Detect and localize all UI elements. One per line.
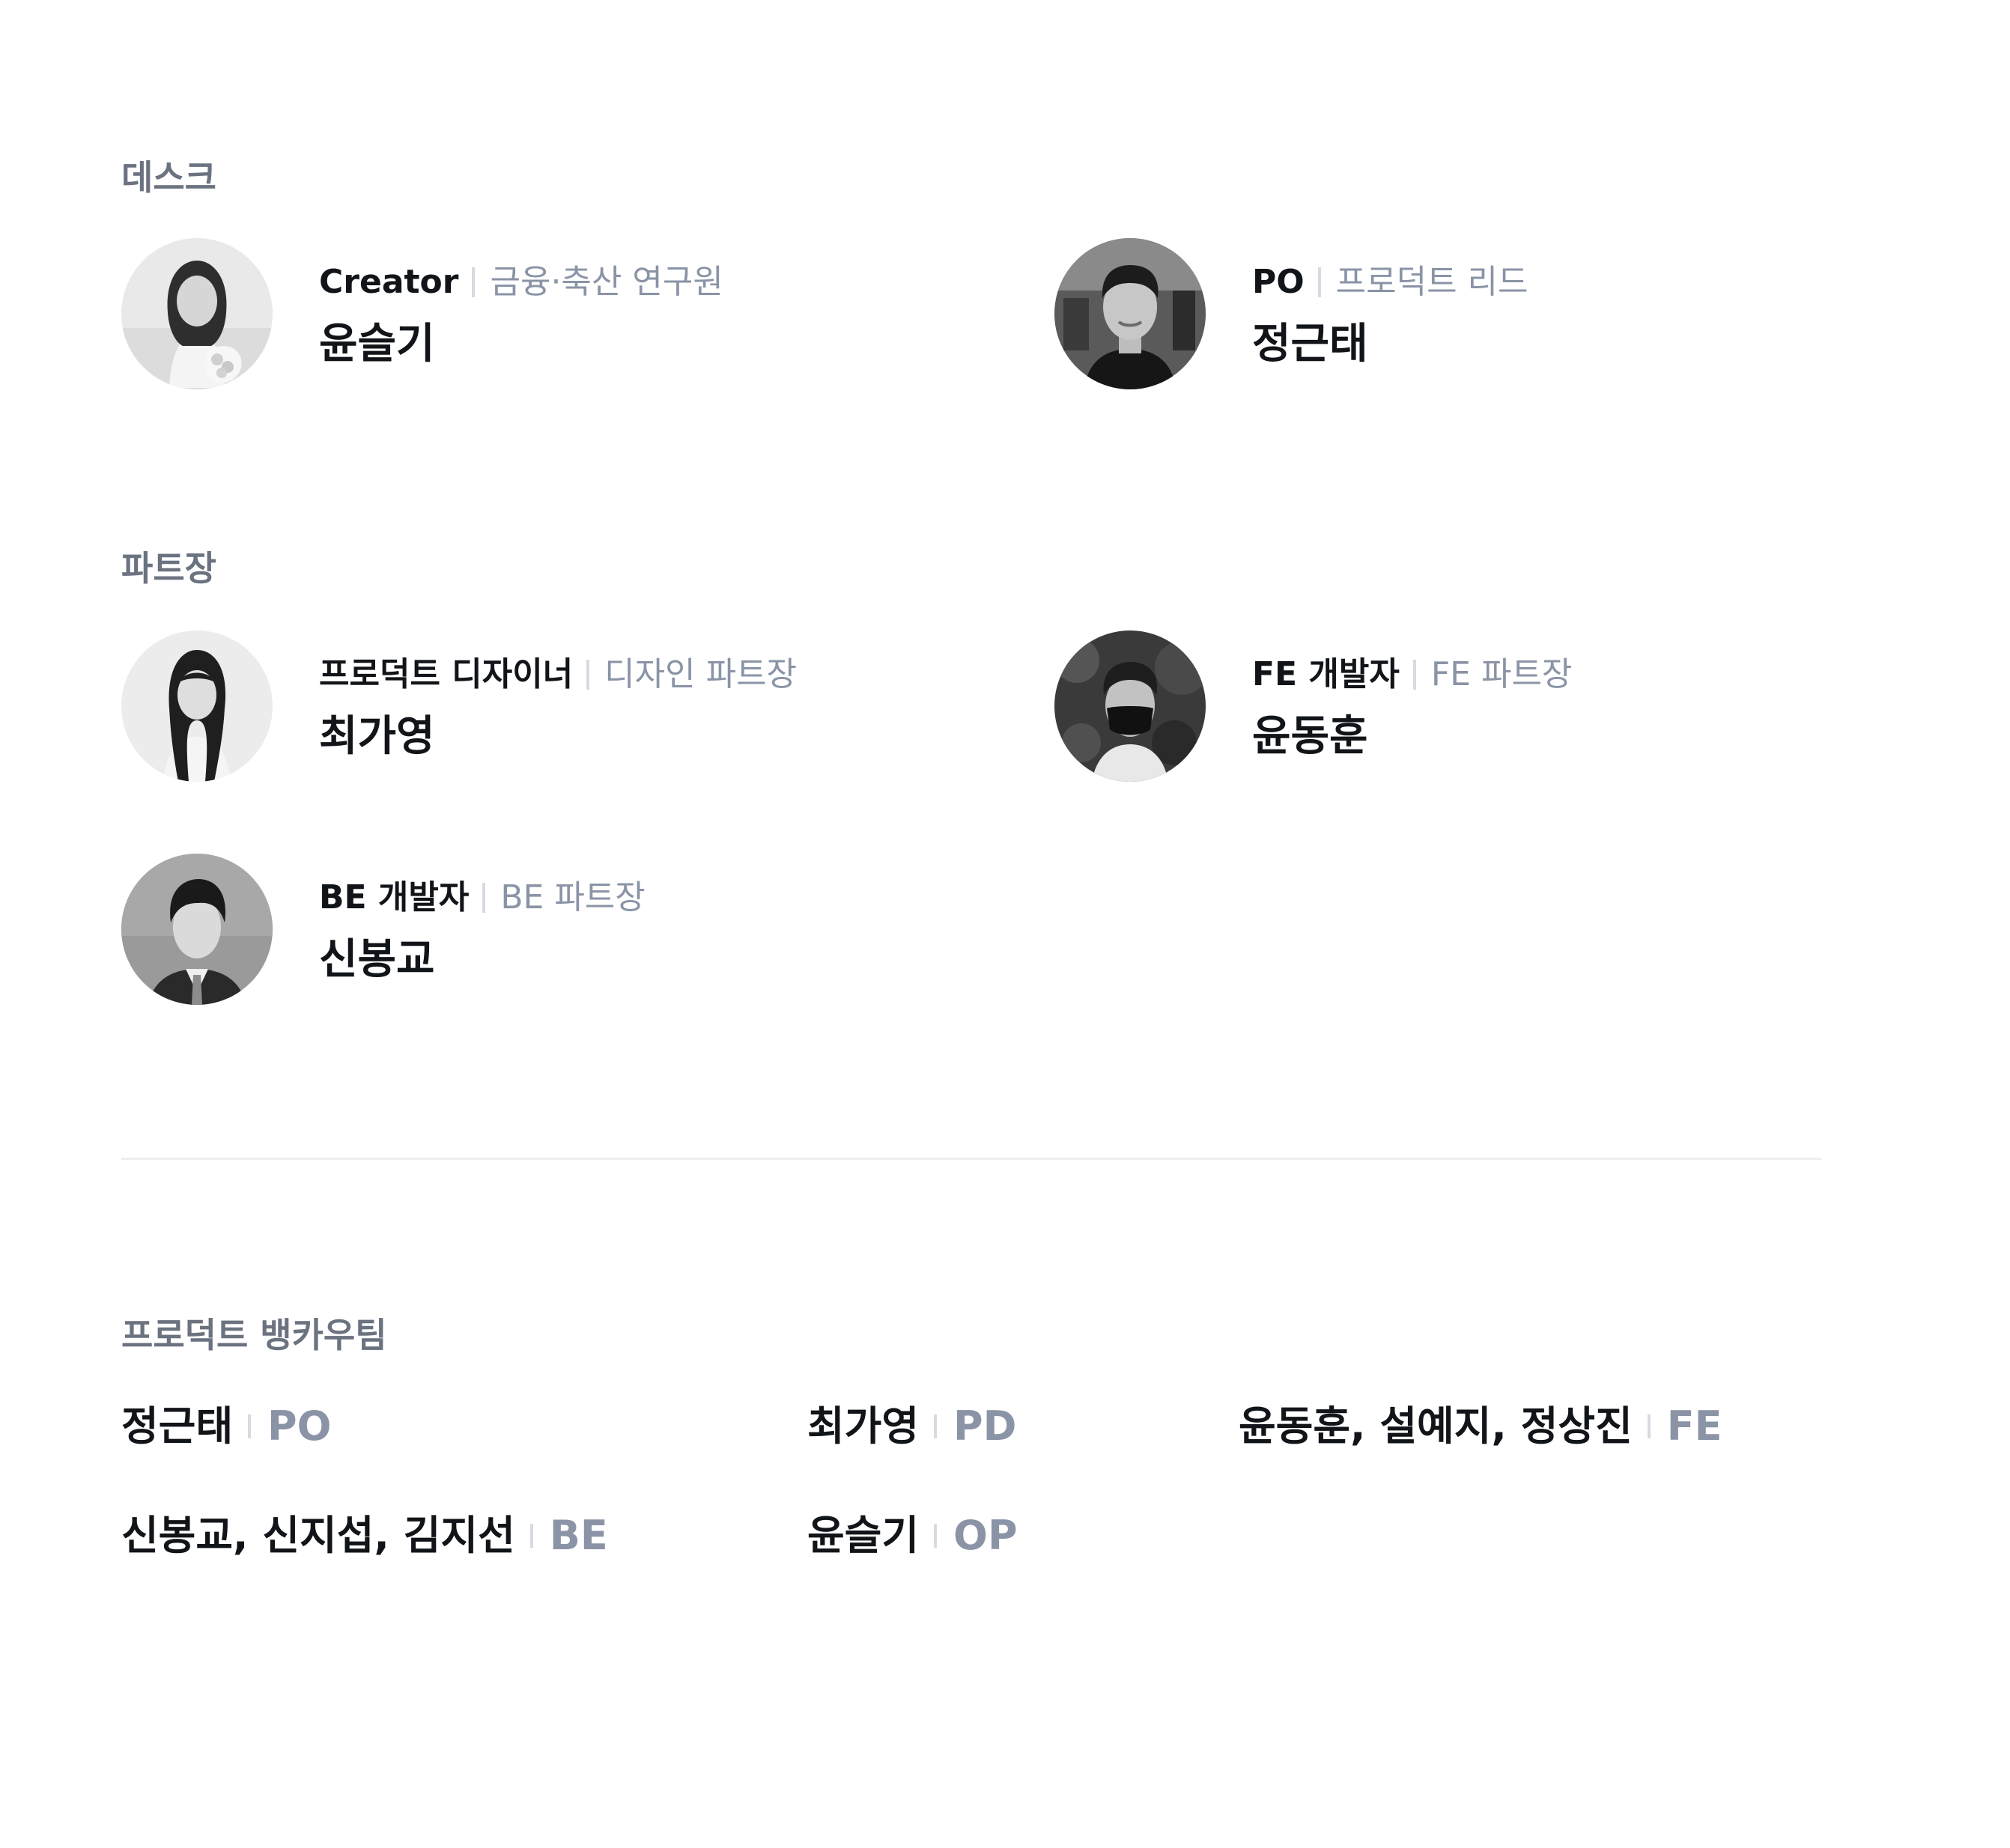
role-separator [934,1524,938,1548]
team-role: OP [953,1512,1018,1559]
team-item-be: 신봉교, 신지섭, 김지선 BE [121,1512,608,1559]
team-item-po: 정근태 PO [121,1402,332,1450]
member-name: 윤동훈 [1252,712,1368,761]
member-name: 정근태 [1252,320,1368,368]
profile-photo-icon [1054,630,1206,782]
member-subrole: FE 파트장 [1430,655,1573,693]
member-role-line: FE 개발자 FE 파트장 [1252,655,1573,694]
member-role: Creator [319,263,459,301]
role-separator [248,1414,252,1438]
avatar [1054,630,1206,782]
member-subrole: 디자인 파트장 [604,655,798,693]
member-name: 윤슬기 [319,320,435,368]
role-separator [1647,1414,1651,1438]
team-role: BE [549,1512,608,1559]
section-title-desk: 데스크 [121,157,216,198]
section-divider [121,1158,1821,1160]
team-role: FE [1666,1402,1722,1450]
profile-photo-icon [1054,238,1206,389]
team-item-pd: 최가영 PD [807,1402,1017,1450]
team-names: 정근태 [121,1402,234,1450]
role-separator [1412,660,1416,690]
role-separator [472,267,476,297]
team-names: 윤동훈, 설예지, 정상진 [1239,1402,1633,1450]
member-role: FE 개발자 [1252,655,1400,693]
profile-photo-icon [121,630,273,782]
team-names: 신봉교, 신지섭, 김지선 [121,1512,515,1559]
member-card-desk-2: PO 프로덕트 리드 정근태 [1054,238,1878,389]
role-separator [586,660,590,690]
team-names: 윤슬기 [807,1512,920,1559]
member-card-part-lead-1: 프로덕트 디자이너 디자인 파트장 최가영 [121,630,983,782]
member-role-line: PO 프로덕트 리드 [1252,263,1528,302]
role-separator [934,1414,938,1438]
member-role: 프로덕트 디자이너 [319,655,574,693]
member-card-desk-1: Creator 금융·축산 연구원 윤슬기 [121,238,945,389]
profile-photo-icon [121,854,273,1005]
team-names: 최가영 [807,1402,920,1450]
role-separator [1317,267,1321,297]
avatar [121,238,273,389]
member-card-part-lead-2: FE 개발자 FE 파트장 윤동훈 [1054,630,1878,782]
member-name: 최가영 [319,712,435,761]
role-separator [529,1524,533,1548]
section-title-team: 프로덕트 뱅카우팀 [121,1315,387,1355]
member-subrole: 금융·축산 연구원 [490,263,723,301]
team-role: PD [953,1402,1017,1450]
member-role-line: BE 개발자 BE 파트장 [319,878,646,917]
member-card-part-lead-3: BE 개발자 BE 파트장 신봉교 [121,854,945,1005]
section-title-part-leads: 파트장 [121,548,216,589]
avatar [121,854,273,1005]
role-separator [482,883,486,913]
member-role-line: 프로덕트 디자이너 디자인 파트장 [319,655,798,694]
member-role-line: Creator 금융·축산 연구원 [319,263,723,302]
member-subrole: 프로덕트 리드 [1335,263,1528,301]
profile-photo-icon [121,238,273,389]
member-subrole: BE 파트장 [500,878,646,917]
member-role: BE 개발자 [319,878,470,917]
team-item-fe: 윤동훈, 설예지, 정상진 FE [1239,1402,1722,1450]
team-item-op: 윤슬기 OP [807,1512,1018,1559]
member-role: PO [1252,263,1305,301]
avatar [121,630,273,782]
avatar [1054,238,1206,389]
team-role: PO [267,1402,332,1450]
member-name: 신봉교 [319,935,435,984]
